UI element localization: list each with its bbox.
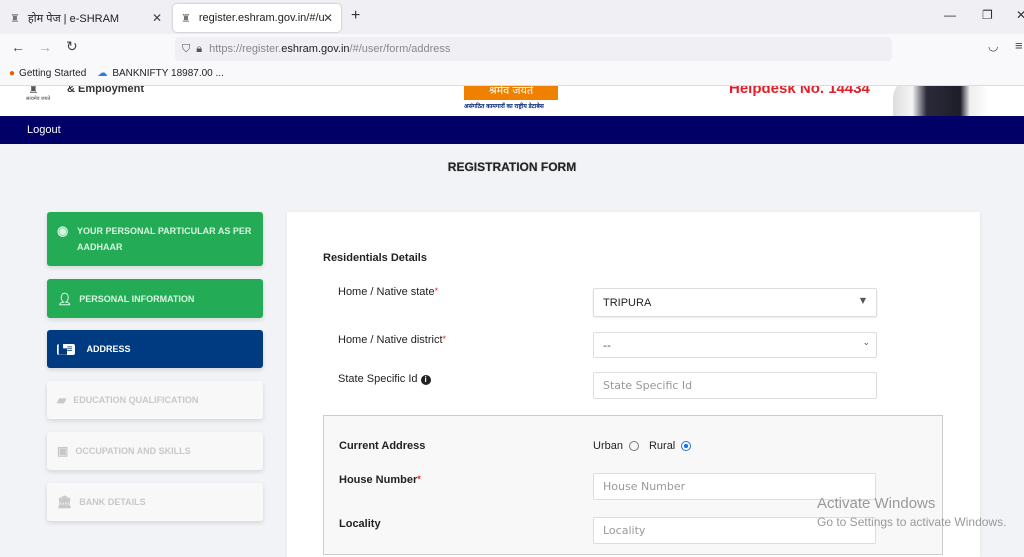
bookmark-getting-started[interactable]: Getting Started [19, 68, 86, 79]
ministry-name: & Employment [67, 86, 145, 95]
menu-icon[interactable]: ≡ [1015, 38, 1023, 53]
area-radio-group: Urban Rural [593, 440, 701, 452]
state-specific-id-input[interactable]: State Specific Id [593, 372, 877, 399]
book-icon: ▰ [57, 393, 67, 407]
rural-radio[interactable] [681, 441, 692, 452]
logout-link[interactable]: Logout [27, 124, 61, 136]
url-domain: eshram.gov.in [281, 43, 350, 55]
helpdesk-number: Helpdesk No. 14434 [729, 86, 870, 97]
tab-title: होम पेज | e-SHRAM [27, 12, 120, 25]
locality-label: Locality [339, 518, 381, 530]
rural-label: Rural [648, 440, 676, 452]
ssid-label: State Specific Id i [338, 373, 431, 385]
sidebar-item-education: ▰ EDUCATION QUALIFICATION [47, 381, 263, 419]
top-nav: Logout [0, 116, 1024, 144]
emblem-icon: ♜ [181, 12, 191, 25]
sidebar-item-label: EDUCATION QUALIFICATION [73, 395, 199, 405]
bookmarks-bar: ● Getting Started ☁ BANKNIFTY 18987.00 .… [0, 62, 1024, 86]
sidebar-item-personal-information[interactable]: 👤︎ PERSONAL INFORMATION [47, 279, 263, 318]
forward-icon[interactable]: → [38, 39, 52, 55]
urban-label: Urban [593, 440, 623, 452]
shield-icon: ⛉ [182, 42, 191, 55]
sidebar-item-bank: 🏛︎ BANK DETAILS [47, 483, 263, 521]
portrait-image [893, 86, 989, 116]
sidebar-item-label: YOUR PERSONAL PARTICULAR AS PER AADHAAR [77, 226, 252, 252]
slogan-banner: श्रमेव जयते [464, 86, 558, 100]
bank-icon: 🏛︎ [57, 495, 73, 509]
emblem-icon: ♜ [10, 12, 20, 25]
bookmark-banknifty[interactable]: BANKNIFTY 18987.00 ... [112, 68, 224, 79]
back-icon[interactable]: ← [11, 39, 25, 55]
sidebar-item-label: ADDRESS [86, 344, 131, 354]
section-heading: Residentials Details [323, 252, 427, 264]
browser-tab[interactable]: ♜ होम पेज | e-SHRAM ✕ [2, 4, 170, 32]
url-prefix: https://register. [209, 43, 282, 55]
state-label: Home / Native state* [338, 286, 439, 298]
district-label: Home / Native district* [338, 334, 447, 346]
sidebar-item-address[interactable]: ▙≡ ADDRESS [47, 330, 263, 368]
close-window-icon[interactable]: ✕ [1016, 8, 1024, 22]
user-circle-icon: ◉ [57, 223, 69, 238]
new-tab-icon[interactable]: + [351, 7, 360, 25]
page-title: REGISTRATION FORM [447, 160, 577, 174]
id-card-icon: ▙≡ [57, 343, 75, 355]
site-header: ♜ सत्यमेव जयते & Employment श्रमेव जयते … [0, 86, 1024, 116]
emblem-motto: सत्यमेव जयते [26, 96, 51, 102]
firefox-icon: ● [9, 68, 16, 79]
sidebar-item-label: BANK DETAILS [79, 497, 146, 507]
national-emblem-icon: ♜ [28, 86, 39, 96]
chevron-down-icon: ⌄ [862, 338, 870, 348]
windows-activation-watermark: Activate Windows Go to Settings to activa… [817, 495, 1007, 529]
reload-icon[interactable]: ↻ [66, 38, 78, 55]
info-icon[interactable]: i [420, 375, 431, 385]
restore-icon[interactable]: ❐ [982, 8, 993, 22]
pocket-icon[interactable]: ◡ [988, 39, 998, 53]
current-address-label: Current Address [339, 440, 426, 452]
minimize-icon[interactable]: — [944, 8, 956, 22]
url-bar[interactable]: ⛉ 🔒︎ https://register. eshram.gov.in/#/us… [175, 37, 892, 61]
house-number-label: House Number* [339, 474, 421, 486]
browser-tab-bar: ♜ होम पेज | e-SHRAM ✕ ♜ register.eshram.… [0, 0, 1024, 34]
sidebar-item-occupation: ▣ OCCUPATION AND SKILLS [47, 432, 263, 470]
user-icon: 👤︎ [57, 291, 73, 306]
briefcase-icon: ▣ [57, 444, 69, 458]
url-path: /#/user/form/address [349, 43, 451, 55]
urban-radio[interactable] [628, 441, 639, 452]
caret-down-icon: ▼ [859, 296, 866, 305]
lock-icon: 🔒︎ [196, 42, 203, 55]
sidebar-item-aadhaar[interactable]: YOUR PERSONAL PARTICULAR AS PER AADHAAR … [47, 212, 263, 266]
tagline: असंगठित कामगारों का राष्ट्रीय डेटाबेस [464, 104, 544, 110]
sidebar-item-label: OCCUPATION AND SKILLS [75, 446, 191, 456]
state-select[interactable]: TRIPURA ▼ [593, 288, 877, 317]
cloud-icon: ☁ [97, 68, 108, 79]
sidebar-item-label: PERSONAL INFORMATION [79, 293, 195, 304]
tab-title: register.eshram.gov.in/#/user/s [198, 12, 324, 24]
district-select[interactable]: -- ⌄ [593, 332, 877, 358]
close-tab-icon[interactable]: ✕ [152, 11, 162, 25]
close-tab-icon[interactable]: ✕ [323, 11, 333, 25]
browser-tab-active[interactable]: ♜ register.eshram.gov.in/#/user/s ✕ [173, 4, 341, 32]
